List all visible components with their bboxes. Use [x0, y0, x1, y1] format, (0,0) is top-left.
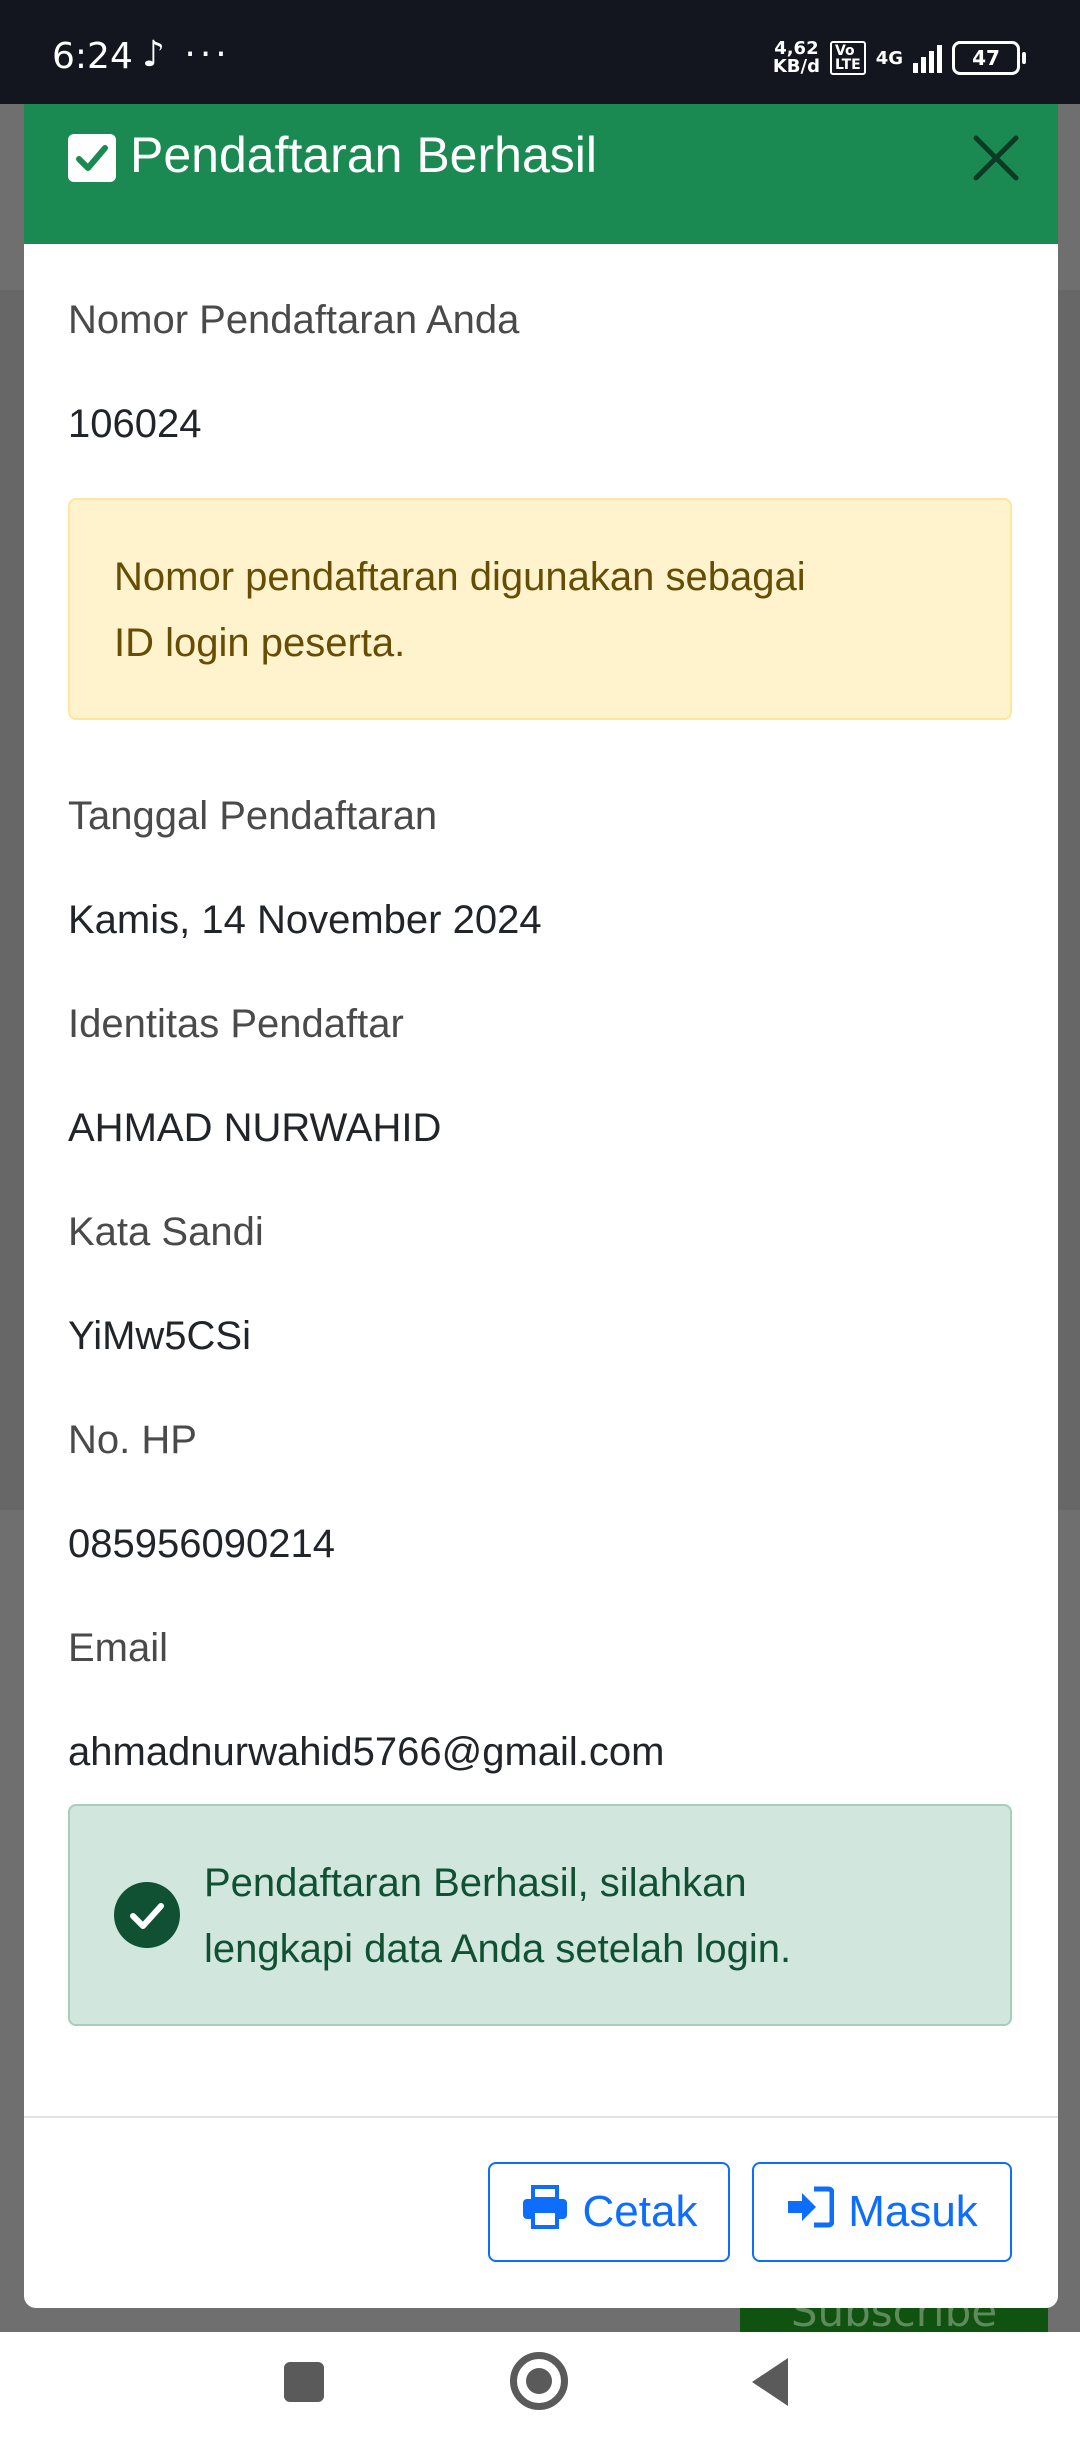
status-bar: 6:24 ♪ ··· 4,62 KB/d Vo LTE 4G 47	[0, 0, 1080, 104]
modal-header: Pendaftaran Berhasil	[24, 104, 1058, 244]
email-label: Email	[68, 1626, 169, 1670]
login-label: Masuk	[848, 2187, 978, 2236]
check-square-icon	[68, 134, 116, 182]
success-alert: Pendaftaran Berhasil, silahkan lengkapi …	[68, 1804, 1012, 2026]
identity-label: Identitas Pendaftar	[68, 1002, 404, 1046]
warning-text-line2: ID login peserta.	[114, 621, 406, 665]
net-speed: 4,62 KB/d	[772, 38, 820, 77]
registration-success-modal: Pendaftaran Berhasil Nomor Pendaftaran A…	[24, 104, 1058, 2308]
print-label: Cetak	[582, 2187, 698, 2236]
navigation-bar	[0, 2332, 1080, 2460]
volte-icon: Vo LTE	[829, 41, 866, 75]
modal-footer-divider	[24, 2116, 1058, 2118]
phone-label: No. HP	[68, 1418, 197, 1462]
signal-icon	[913, 43, 942, 73]
identity-value: AHMAD NURWAHID	[68, 1106, 442, 1150]
status-right: 4,62 KB/d Vo LTE 4G 47	[772, 38, 1026, 77]
warning-text-line1: Nomor pendaftaran digunakan sebagai	[114, 555, 806, 599]
network-type: 4G	[875, 47, 903, 69]
home-icon[interactable]	[510, 2352, 568, 2410]
status-time: 6:24	[52, 36, 133, 77]
modal-title: Pendaftaran Berhasil	[130, 127, 597, 183]
registration-number-label: Nomor Pendaftaran Anda	[68, 298, 520, 342]
password-value: YiMw5CSi	[68, 1314, 251, 1358]
print-button[interactable]: Cetak	[488, 2162, 730, 2262]
check-circle-icon	[114, 1882, 180, 1948]
recent-apps-icon[interactable]	[284, 2362, 324, 2402]
warning-alert: Nomor pendaftaran digunakan sebagai ID l…	[68, 498, 1012, 720]
registration-date-label: Tanggal Pendaftaran	[68, 794, 438, 838]
password-label: Kata Sandi	[68, 1210, 264, 1254]
notification-icons: ♪ ···	[142, 34, 231, 75]
registration-date-value: Kamis, 14 November 2024	[68, 898, 542, 942]
email-value: ahmadnurwahid5766@gmail.com	[68, 1730, 665, 1774]
login-button[interactable]: Masuk	[752, 2162, 1012, 2262]
close-icon[interactable]	[970, 132, 1022, 184]
back-icon[interactable]	[752, 2358, 788, 2406]
success-text-line2: lengkapi data Anda setelah login.	[204, 1927, 792, 1971]
battery-icon: 47	[952, 41, 1026, 75]
print-icon	[521, 2184, 569, 2240]
phone-value: 085956090214	[68, 1522, 335, 1566]
success-text-line1: Pendaftaran Berhasil, silahkan	[204, 1861, 747, 1905]
registration-number-value: 106024	[68, 402, 202, 446]
sign-in-icon	[786, 2185, 835, 2240]
